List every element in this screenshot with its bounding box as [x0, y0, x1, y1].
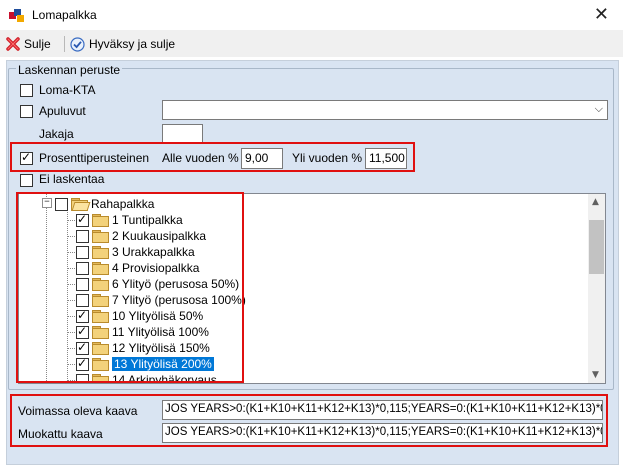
accept-button-label: Hyväksy ja sulje: [89, 37, 176, 51]
toolbar-separator: [64, 36, 65, 52]
window-title: Lomapalkka: [32, 8, 97, 22]
accept-and-close-button[interactable]: Hyväksy ja sulje: [70, 35, 175, 53]
highlight-formula-box: [10, 394, 608, 447]
jakaja-input[interactable]: [162, 124, 203, 144]
title-bar: Lomapalkka ✕: [0, 0, 623, 31]
close-button-label: Sulje: [24, 37, 51, 51]
ei-laskentaa-label: Ei laskentaa: [39, 172, 105, 186]
checkmark-circle-icon: [70, 36, 85, 52]
apuluvut-label: Apuluvut: [39, 104, 86, 118]
highlight-percent-box: [10, 142, 415, 172]
group-legend: Laskennan peruste: [16, 63, 123, 77]
app-icon: [9, 9, 24, 22]
jakaja-label: Jakaja: [39, 127, 74, 141]
scroll-up-icon[interactable]: ▲: [592, 197, 599, 207]
close-icon[interactable]: ✕: [594, 4, 609, 25]
highlight-tree-box: [16, 192, 244, 383]
chevron-down-icon[interactable]: ⌵: [595, 102, 603, 116]
loma-kta-checkbox[interactable]: [20, 84, 33, 97]
scrollbar-thumb[interactable]: [589, 220, 604, 274]
ei-laskentaa-checkbox[interactable]: [20, 174, 33, 187]
close-button[interactable]: Sulje: [6, 35, 51, 53]
red-x-icon: [6, 37, 20, 51]
apuluvut-checkbox[interactable]: [20, 105, 33, 118]
apuluvut-dropdown[interactable]: ⌵: [162, 100, 608, 120]
loma-kta-label: Loma-KTA: [39, 83, 96, 97]
scroll-down-icon[interactable]: ▼: [592, 370, 599, 380]
tree-scrollbar[interactable]: ▲ ▼: [588, 194, 605, 383]
toolbar: Sulje Hyväksy ja sulje: [0, 30, 623, 57]
